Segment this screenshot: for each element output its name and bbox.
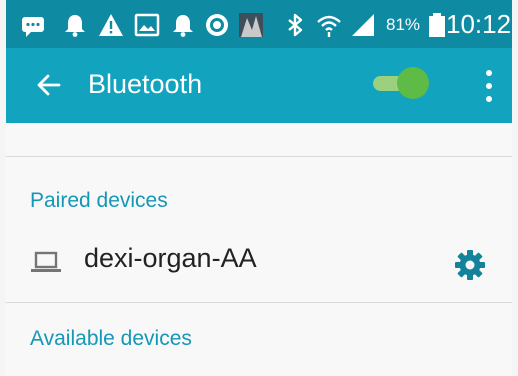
app-bar: Bluetooth <box>6 48 512 123</box>
notification-bell-icon <box>62 12 88 38</box>
battery-percent: 81% <box>386 15 421 34</box>
back-arrow-icon[interactable] <box>34 70 64 100</box>
signal-icon <box>350 12 376 38</box>
gear-icon[interactable] <box>453 248 487 282</box>
paired-device-row[interactable]: dexi-organ-AA <box>6 221 512 303</box>
device-list: Paired devices dexi-organ-AA Available d… <box>6 123 512 376</box>
divider <box>6 302 512 303</box>
divider <box>6 156 512 157</box>
bluetooth-toggle[interactable] <box>373 65 431 101</box>
photo-thumbnail-icon <box>238 12 264 38</box>
available-devices-header: Available devices <box>30 327 192 350</box>
notification-bell-icon <box>170 12 196 38</box>
laptop-icon <box>30 248 62 276</box>
circle-app-icon <box>204 12 230 38</box>
page-title: Bluetooth <box>88 69 203 99</box>
bluetooth-settings-screen: 81% 10:12 Bluetooth Paired devices dexi-… <box>6 0 512 376</box>
wifi-icon <box>316 12 342 38</box>
alert-icon <box>98 12 124 38</box>
device-name: dexi-organ-AA <box>84 243 257 273</box>
status-bar: 81% 10:12 <box>6 0 512 48</box>
paired-devices-header: Paired devices <box>30 189 168 212</box>
message-icon <box>20 12 46 38</box>
image-icon <box>134 12 160 38</box>
clock: 10:12 <box>446 9 512 39</box>
toggle-thumb <box>397 67 429 99</box>
more-vert-icon[interactable] <box>478 66 500 106</box>
bluetooth-icon <box>282 12 308 38</box>
